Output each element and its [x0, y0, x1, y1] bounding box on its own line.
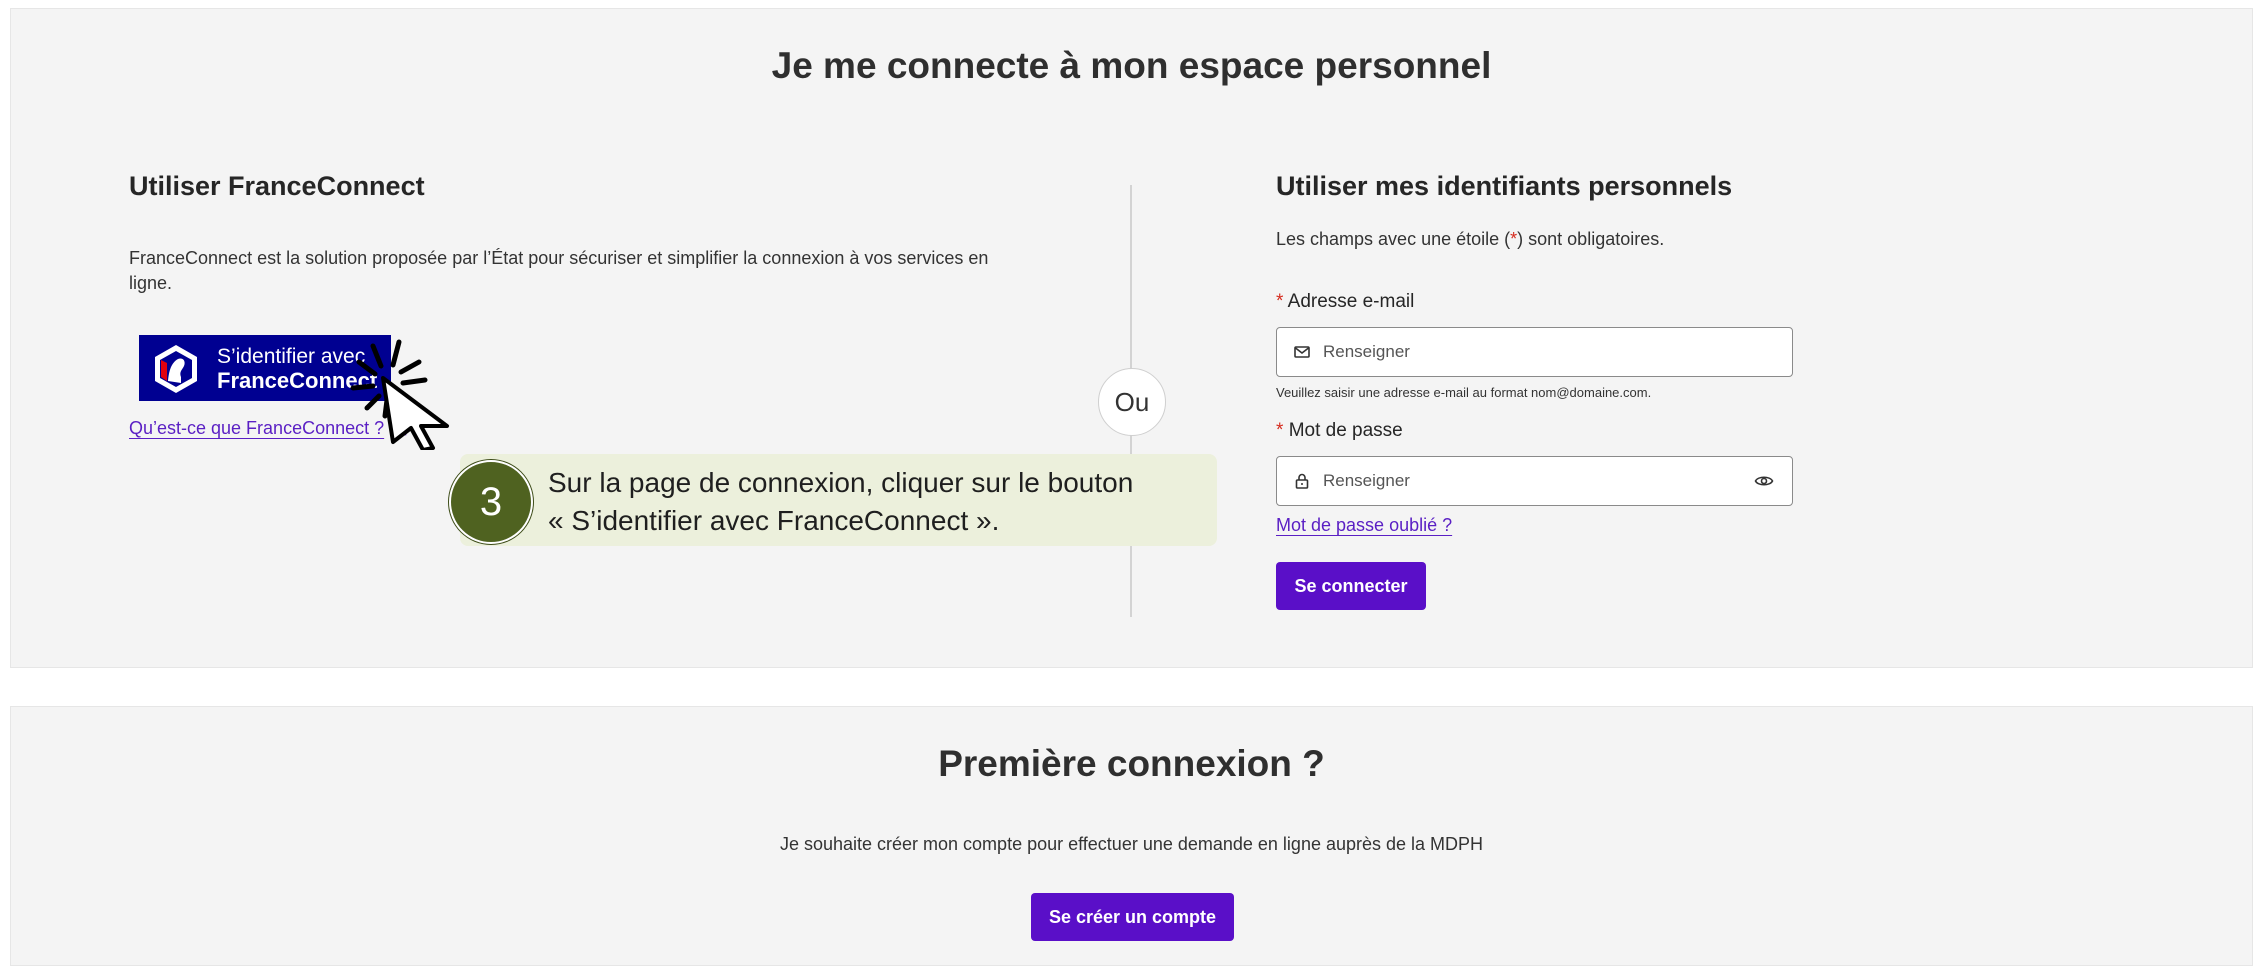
page-title: Je me connecte à mon espace personnel — [771, 45, 1492, 86]
instruction-callout: Sur la page de connexion, cliquer sur le… — [460, 454, 1217, 546]
required-fields-note: Les champs avec une étoile (*) sont obli… — [1276, 229, 1665, 249]
franceconnect-heading: Utiliser FranceConnect — [129, 171, 425, 201]
credentials-heading: Utiliser mes identifiants personnels — [1276, 171, 1733, 201]
email-label: * Adresse e-mail — [1276, 291, 1415, 312]
first-connection-title: Première connexion ? — [938, 743, 1325, 784]
franceconnect-description: FranceConnect est la solution proposée p… — [129, 248, 989, 293]
franceconnect-logo-icon — [155, 345, 197, 393]
instruction-text: Sur la page de connexion, cliquer sur le… — [548, 467, 1134, 536]
password-placeholder: Renseigner — [1323, 471, 1410, 490]
email-hint: Veuillez saisir une adresse e-mail au fo… — [1276, 385, 1652, 400]
step-number-badge: 3 — [449, 460, 533, 544]
lock-icon — [1295, 473, 1309, 489]
password-field[interactable]: Renseigner — [1276, 456, 1793, 506]
first-connection-panel: Première connexion ? Je souhaite créer m… — [10, 706, 2253, 966]
password-label: * Mot de passe — [1276, 420, 1403, 441]
email-field[interactable]: Renseigner — [1276, 327, 1793, 377]
forgot-password-link[interactable]: Mot de passe oublié ? — [1276, 515, 1452, 536]
create-account-button[interactable]: Se créer un compte — [1031, 893, 1234, 941]
login-button[interactable]: Se connecter — [1276, 562, 1426, 610]
eye-icon[interactable] — [1754, 472, 1774, 490]
first-connection-description: Je souhaite créer mon compte pour effect… — [779, 834, 1484, 854]
email-placeholder: Renseigner — [1323, 342, 1410, 361]
envelope-icon — [1294, 346, 1310, 358]
or-separator: Ou — [1098, 368, 1166, 436]
click-cursor-icon — [350, 339, 449, 450]
